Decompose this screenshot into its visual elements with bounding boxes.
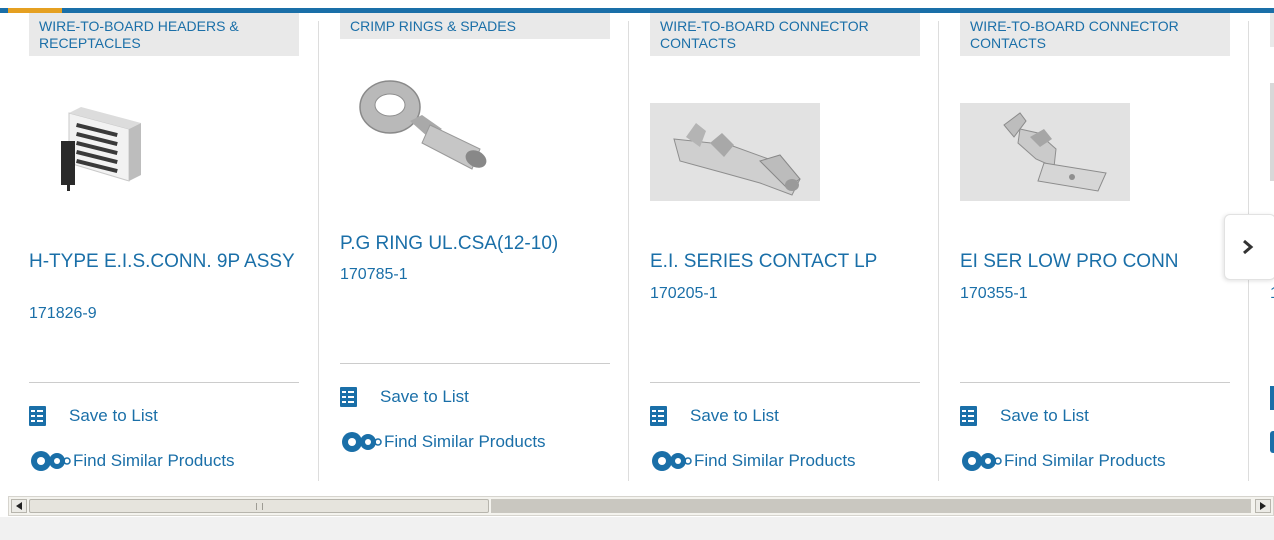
save-to-list-label: Save to List — [69, 406, 158, 425]
carousel-next-button[interactable] — [1224, 214, 1274, 280]
checklist-icon — [340, 387, 357, 407]
gears-icon — [31, 451, 71, 471]
save-to-list-button[interactable]: Save to List — [650, 406, 779, 426]
category-label[interactable]: CRIMP RINGS & SPADES — [340, 13, 610, 39]
save-to-list-label: Save to List — [1000, 406, 1089, 425]
card-divider — [650, 382, 920, 383]
part-number-link[interactable]: 1 — [1270, 284, 1274, 304]
chevron-right-icon — [1243, 239, 1254, 255]
checklist-icon[interactable] — [1270, 386, 1274, 410]
gears-icon — [342, 432, 382, 452]
card-divider — [960, 382, 1230, 383]
find-similar-label: Find Similar Products — [73, 451, 235, 470]
triangle-left-icon — [16, 502, 22, 510]
find-similar-button[interactable]: Find Similar Products — [650, 450, 856, 472]
save-to-list-button[interactable]: Save to List — [29, 406, 158, 426]
horizontal-scrollbar[interactable] — [8, 496, 1274, 516]
grip-icon — [256, 503, 263, 510]
find-similar-label: Find Similar Products — [694, 451, 856, 470]
find-similar-button[interactable]: Find Similar Products — [29, 450, 235, 472]
checklist-icon — [29, 406, 46, 426]
save-to-list-button[interactable]: Save to List — [960, 406, 1089, 426]
category-label[interactable] — [1270, 13, 1274, 47]
product-card: WIRE-TO-BOARD CONNECTOR CONTACTS E.I. SE… — [629, 13, 939, 488]
triangle-right-icon — [1260, 502, 1266, 510]
product-card: WIRE-TO-BOARD HEADERS & RECEPTACLES H-TY… — [8, 13, 318, 488]
product-name-link[interactable]: H-TYPE E.I.S.CONN. 9P ASSY — [29, 252, 299, 271]
product-image[interactable] — [1270, 83, 1274, 181]
checklist-icon — [650, 406, 667, 426]
find-similar-label: Find Similar Products — [384, 432, 546, 451]
product-carousel-page: WIRE-TO-BOARD HEADERS & RECEPTACLES H-TY… — [0, 0, 1274, 540]
scroll-left-button[interactable] — [11, 499, 27, 513]
find-similar-button[interactable]: Find Similar Products — [960, 450, 1166, 472]
find-similar-label: Find Similar Products — [1004, 451, 1166, 470]
product-image[interactable] — [29, 93, 199, 197]
product-name-link[interactable]: EI SER LOW PRO CONN — [960, 252, 1230, 271]
scrollbar-track[interactable] — [491, 499, 1251, 513]
save-to-list-label: Save to List — [690, 406, 779, 425]
product-image[interactable] — [650, 103, 820, 201]
product-carousel: WIRE-TO-BOARD HEADERS & RECEPTACLES H-TY… — [8, 13, 1274, 493]
part-number-link[interactable]: 170205-1 — [650, 284, 718, 304]
save-to-list-button[interactable]: Save to List — [340, 387, 469, 407]
product-card: WIRE-TO-BOARD CONNECTOR CONTACTS EI SER … — [939, 13, 1249, 488]
footer-band — [0, 517, 1274, 540]
product-name-link[interactable]: P.G RING UL.CSA(12-10) — [340, 234, 610, 253]
scrollbar-thumb[interactable] — [29, 499, 489, 513]
card-divider — [340, 363, 610, 364]
card-divider — [29, 382, 299, 383]
category-label[interactable]: WIRE-TO-BOARD HEADERS & RECEPTACLES — [29, 13, 299, 56]
part-number-link[interactable]: 171826-9 — [29, 304, 97, 324]
category-label[interactable]: WIRE-TO-BOARD CONNECTOR CONTACTS — [650, 13, 920, 56]
product-image[interactable] — [960, 103, 1130, 201]
find-similar-button[interactable]: Find Similar Products — [340, 431, 546, 453]
part-number-link[interactable]: 170785-1 — [340, 265, 408, 285]
gears-icon — [962, 451, 1002, 471]
product-card: CRIMP RINGS & SPADES P.G RING UL.CSA(12-… — [319, 13, 629, 488]
gears-icon[interactable] — [1270, 431, 1274, 453]
category-label[interactable]: WIRE-TO-BOARD CONNECTOR CONTACTS — [960, 13, 1230, 56]
part-number-link[interactable]: 170355-1 — [960, 284, 1028, 304]
save-to-list-label: Save to List — [380, 387, 469, 406]
scroll-right-button[interactable] — [1255, 499, 1271, 513]
product-image[interactable] — [340, 75, 510, 173]
product-name-link[interactable]: E.I. SERIES CONTACT LP — [650, 252, 920, 271]
gears-icon — [652, 451, 692, 471]
checklist-icon — [960, 406, 977, 426]
